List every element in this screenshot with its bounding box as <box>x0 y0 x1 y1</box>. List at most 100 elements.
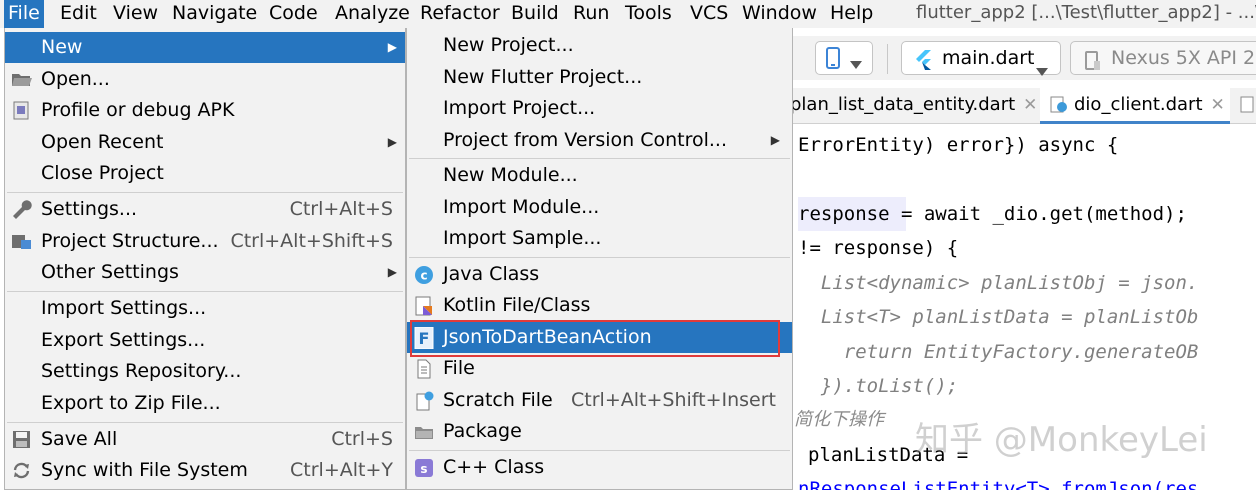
menu-analyze[interactable]: Analyze <box>331 0 414 28</box>
menu-file[interactable]: File <box>4 0 44 28</box>
menu-item-project-from-vcs[interactable]: Project from Version Control... ▶ <box>407 125 792 156</box>
target-device-label: Nexus 5X API 24 <box>1111 47 1256 69</box>
menu-item-settings[interactable]: Settings... Ctrl+Alt+S <box>5 194 405 225</box>
java-class-icon: c <box>414 264 434 284</box>
menu-item-profile-apk[interactable]: Profile or debug APK <box>5 95 405 126</box>
window-title: flutter_app2 [...\Test\flutter_app2] - .… <box>916 2 1256 23</box>
menu-item-label: Other Settings <box>41 261 179 283</box>
menu-separator <box>409 257 790 258</box>
menu-item-file[interactable]: File <box>407 353 792 384</box>
tab-label: dio_client.dart <box>1074 94 1203 115</box>
tab-dio-client[interactable]: dio_client.dart ✕ <box>1040 88 1230 124</box>
menu-item-kotlin-file[interactable]: Kotlin File/Class <box>407 290 792 321</box>
menu-code[interactable]: Code <box>265 0 322 28</box>
menu-item-label: Settings... <box>41 198 138 220</box>
code-line: return EntityFactory.generateOB <box>798 341 1199 363</box>
menu-item-label: Project from Version Control... <box>443 129 728 151</box>
menu-item-label: Java Class <box>443 263 540 285</box>
menu-item-label: File <box>443 357 475 379</box>
menu-item-new-flutter-project[interactable]: New Flutter Project... <box>407 62 792 93</box>
dart-file-icon <box>1050 91 1068 113</box>
save-icon <box>11 429 32 450</box>
menu-item-cpp-class[interactable]: s C++ Class <box>407 452 792 483</box>
menu-item-label: New Flutter Project... <box>443 66 643 88</box>
menu-item-label: Project Structure... <box>41 230 219 252</box>
close-icon[interactable]: ✕ <box>1023 95 1037 115</box>
menu-item-label: Open... <box>41 68 110 90</box>
cpp-class-icon: s <box>414 457 434 477</box>
menu-item-open[interactable]: Open... <box>5 64 405 95</box>
menu-help[interactable]: Help <box>826 0 877 28</box>
menu-item-shortcut: Ctrl+Alt+Shift+S <box>230 230 393 252</box>
tab-label: plan_list_data_entity.dart <box>790 94 1016 115</box>
chevron-down-icon <box>1036 54 1048 86</box>
menu-item-close-project[interactable]: Close Project <box>5 158 405 189</box>
menu-item-open-recent[interactable]: Open Recent ▶ <box>5 127 405 158</box>
file-menu: New ▶ Open... Profile or debug APK Open … <box>4 28 406 490</box>
tab-overflow[interactable] <box>1240 88 1256 124</box>
menu-item-settings-repository[interactable]: Settings Repository... <box>5 356 405 387</box>
menu-edit[interactable]: Edit <box>56 0 101 28</box>
menu-separator <box>7 192 403 193</box>
watermark: 知乎 @MonkeyLei <box>915 420 1208 460</box>
menu-item-import-project[interactable]: Import Project... <box>407 93 792 124</box>
menu-item-shortcut: Ctrl+Alt+Shift+Insert <box>571 389 776 411</box>
scratch-file-icon <box>414 390 434 411</box>
device-selector[interactable] <box>815 41 873 75</box>
file-icon <box>414 358 434 379</box>
menu-item-project-structure[interactable]: Project Structure... Ctrl+Alt+Shift+S <box>5 226 405 257</box>
flutter-icon <box>914 48 932 80</box>
menu-run[interactable]: Run <box>569 0 613 28</box>
dart-file-icon <box>1240 91 1256 113</box>
code-comment: 简化下操作 <box>794 409 884 430</box>
menu-item-new-module[interactable]: New Module... <box>407 160 792 191</box>
menu-item-export-zip[interactable]: Export to Zip File... <box>5 388 405 419</box>
menu-window[interactable]: Window <box>738 0 821 28</box>
menu-item-new-project[interactable]: New Project... <box>407 30 792 61</box>
menu-item-save-all[interactable]: Save All Ctrl+S <box>5 424 405 455</box>
menu-item-new[interactable]: New ▶ <box>5 32 405 63</box>
menu-item-label: Save All <box>41 428 118 450</box>
menu-item-java-class[interactable]: c Java Class <box>407 259 792 290</box>
sync-icon <box>11 460 32 481</box>
menu-item-label: Import Module... <box>443 196 600 218</box>
folder-icon <box>11 69 32 90</box>
menu-refactor[interactable]: Refactor <box>416 0 504 28</box>
menubar: File Edit View Navigate Code Analyze Ref… <box>0 0 1256 28</box>
menu-navigate[interactable]: Navigate <box>168 0 261 28</box>
code-line: ErrorEntity) error}) async { <box>798 134 1119 156</box>
menu-item-label: Profile or debug APK <box>41 99 235 121</box>
code-line: response = await _dio.get(method); <box>798 203 1187 225</box>
menu-item-label: Settings Repository... <box>41 360 242 382</box>
menu-vcs[interactable]: VCS <box>686 0 732 28</box>
menu-item-shortcut: Ctrl+Alt+S <box>289 198 393 220</box>
run-config-selector[interactable]: main.dart <box>901 41 1061 76</box>
menu-item-label: Package <box>443 420 522 442</box>
wrench-icon <box>11 199 32 220</box>
menu-separator <box>7 422 403 423</box>
menu-item-import-module[interactable]: Import Module... <box>407 192 792 223</box>
menu-build[interactable]: Build <box>507 0 563 28</box>
menu-item-label: Kotlin File/Class <box>443 294 591 316</box>
menu-item-import-settings[interactable]: Import Settings... <box>5 293 405 324</box>
menu-item-label: Scratch File <box>443 389 553 411</box>
tab-plan-list-data-entity[interactable]: plan_list_data_entity.dart ✕ <box>790 88 1037 124</box>
menu-separator <box>7 291 403 292</box>
menu-item-package[interactable]: Package <box>407 416 792 447</box>
menu-view[interactable]: View <box>109 0 162 28</box>
close-icon[interactable]: ✕ <box>1211 95 1225 115</box>
menu-item-import-sample[interactable]: Import Sample... <box>407 223 792 254</box>
menu-item-sync[interactable]: Sync with File System Ctrl+Alt+Y <box>5 455 405 486</box>
project-structure-icon <box>11 231 32 252</box>
submenu-arrow-icon: ▶ <box>387 135 397 149</box>
menu-item-label: C++ Class <box>443 456 545 478</box>
menu-separator <box>409 158 790 159</box>
target-device-selector[interactable]: Nexus 5X API 24 <box>1070 41 1256 75</box>
submenu-arrow-icon: ▶ <box>770 133 780 147</box>
menu-item-export-settings[interactable]: Export Settings... <box>5 325 405 356</box>
menu-item-other-settings[interactable]: Other Settings ▶ <box>5 257 405 288</box>
menu-item-scratch-file[interactable]: Scratch File Ctrl+Alt+Shift+Insert <box>407 385 792 416</box>
menu-separator <box>409 450 790 451</box>
menu-tools[interactable]: Tools <box>621 0 676 28</box>
menu-item-label: Export Settings... <box>41 329 206 351</box>
